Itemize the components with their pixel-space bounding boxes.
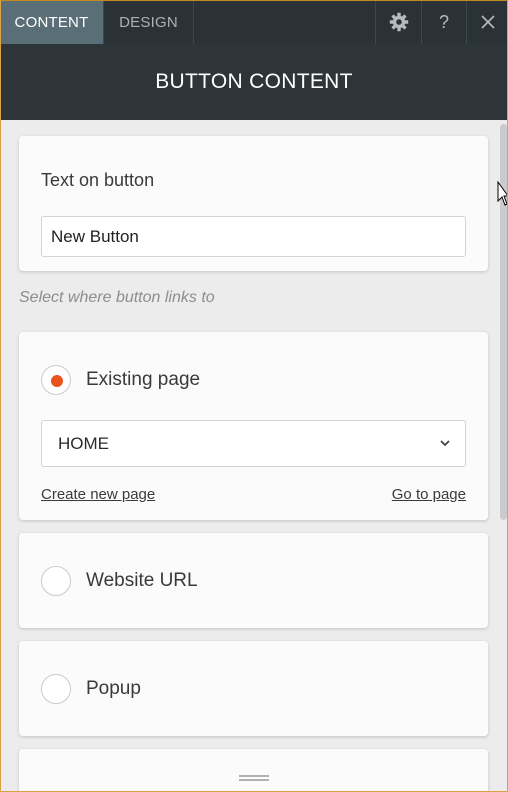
gear-icon [389, 12, 408, 32]
close-icon [480, 15, 495, 29]
popup-label: Popup [86, 678, 141, 699]
existing-page-radio[interactable] [41, 365, 71, 395]
go-to-page-link[interactable]: Go to page [392, 486, 466, 503]
chevron-down-icon [440, 440, 450, 447]
button-text-input[interactable] [41, 216, 466, 257]
help-icon: ? [438, 11, 449, 32]
tab-design[interactable]: DESIGN [104, 0, 194, 44]
website-url-label: Website URL [86, 570, 198, 591]
resize-handle[interactable] [239, 775, 269, 783]
button-text-label: Text on button [41, 170, 155, 190]
radio-selected-dot [51, 375, 63, 387]
page-select-value: HOME [58, 433, 109, 453]
existing-page-label: Existing page [86, 369, 201, 390]
website-url-radio[interactable] [41, 566, 71, 596]
settings-button[interactable] [375, 0, 421, 44]
page-select[interactable]: HOME [41, 420, 466, 467]
popup-card[interactable]: Popup [19, 641, 488, 736]
tab-content[interactable]: CONTENT [0, 0, 104, 44]
link-hint: Select where button links to [19, 289, 215, 306]
panel-content: Text on button Select where button links… [0, 120, 508, 792]
help-button[interactable]: ? [421, 0, 466, 44]
panel-title: BUTTON CONTENT [0, 44, 508, 120]
website-url-card[interactable]: Website URL [19, 533, 488, 628]
existing-page-card[interactable]: Existing page HOME Create new page Go to… [19, 332, 488, 520]
popup-radio[interactable] [41, 674, 71, 704]
top-toolbar: CONTENT DESIGN ? [0, 0, 508, 44]
create-new-page-link[interactable]: Create new page [41, 486, 155, 503]
next-option-card[interactable] [19, 749, 488, 792]
close-button[interactable] [466, 0, 508, 44]
button-text-card: Text on button [19, 136, 488, 271]
mouse-cursor-icon [497, 181, 508, 206]
